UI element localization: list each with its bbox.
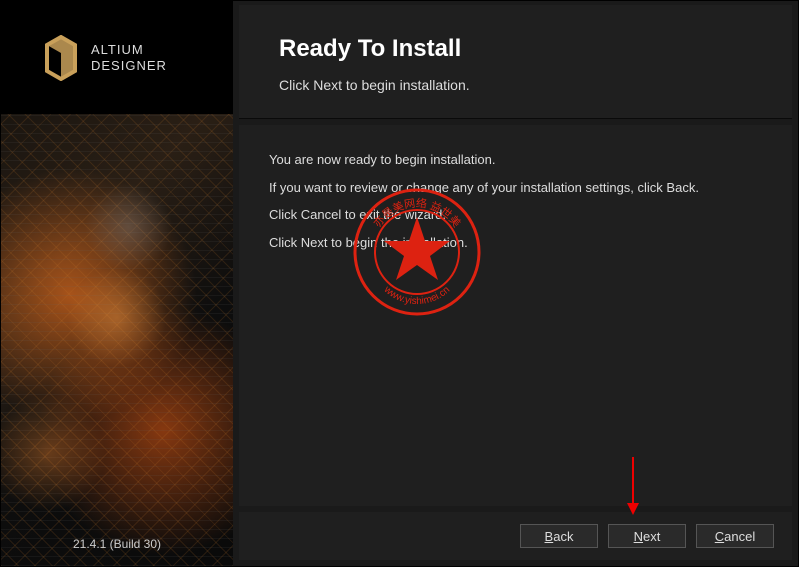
content-line-4: Click Next to begin the installation. (269, 233, 762, 253)
logo-text: ALTIUM DESIGNER (91, 42, 167, 73)
logo-area: ALTIUM DESIGNER (1, 1, 233, 114)
content-line-3: Click Cancel to exit the wizard. (269, 205, 762, 225)
altium-logo-icon (41, 35, 81, 81)
button-bar: Back Next Cancel (239, 512, 792, 560)
content-panel: You are now ready to begin installation.… (239, 125, 792, 506)
page-subtitle: Click Next to begin installation. (279, 77, 752, 93)
header-panel: Ready To Install Click Next to begin ins… (239, 5, 792, 119)
svg-text:www.yishimei.cn: www.yishimei.cn (381, 284, 452, 307)
stamp-url: www.yishimei.cn (381, 284, 452, 307)
installer-window: ALTIUM DESIGNER 21.4.1 (Build 30) Ready … (0, 0, 799, 567)
main-area: Ready To Install Click Next to begin ins… (233, 1, 798, 566)
brand-line1: ALTIUM (91, 42, 167, 58)
sidebar: ALTIUM DESIGNER 21.4.1 (Build 30) (1, 1, 233, 566)
version-label: 21.4.1 (Build 30) (1, 537, 233, 551)
back-button[interactable]: Back (520, 524, 598, 548)
cancel-button[interactable]: Cancel (696, 524, 774, 548)
content-line-2: If you want to review or change any of y… (269, 178, 762, 198)
page-title: Ready To Install (279, 35, 752, 63)
content-line-1: You are now ready to begin installation. (269, 150, 762, 170)
circuit-board-image: 21.4.1 (Build 30) (1, 114, 233, 566)
brand-line2: DESIGNER (91, 58, 167, 74)
next-button[interactable]: Next (608, 524, 686, 548)
